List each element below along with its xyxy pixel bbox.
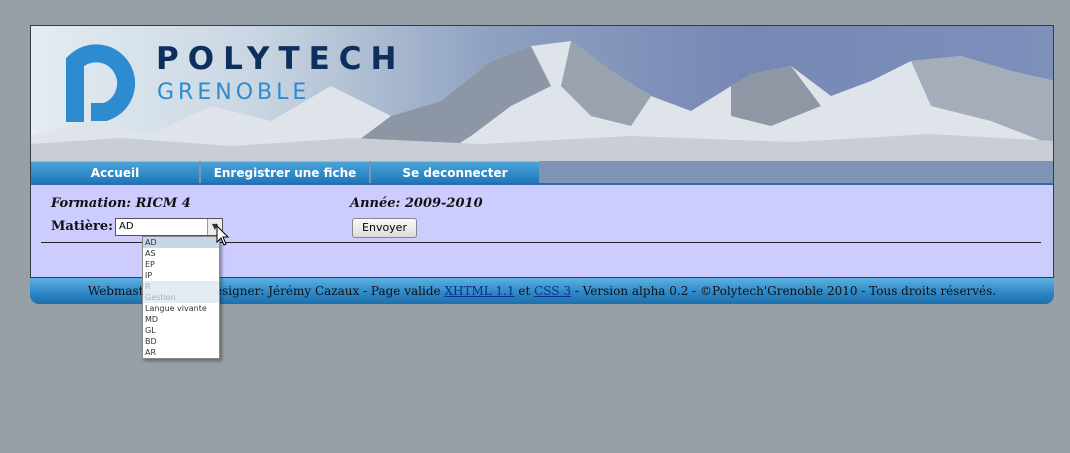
option-langue-vivante[interactable]: Langue vivante — [143, 303, 219, 314]
brand-city: GRENOBLE — [157, 80, 311, 105]
header-banner: POLYTECH GRENOBLE — [30, 25, 1054, 161]
nav-enregistrer-fiche[interactable]: Enregistrer une fiche — [201, 161, 369, 183]
matiere-label: Matière: — [51, 219, 113, 234]
css-link[interactable]: CSS 3 — [534, 284, 571, 298]
option-r[interactable]: R — [143, 281, 219, 292]
option-bd[interactable]: BD — [143, 336, 219, 347]
matiere-select[interactable]: AD ▼ — [115, 218, 223, 236]
footer-text-end: - Version alpha 0.2 - ©Polytech'Grenoble… — [571, 284, 997, 298]
mouse-cursor-icon — [216, 225, 230, 246]
xhtml-link[interactable]: XHTML 1.1 — [444, 284, 514, 298]
formation-label: Formation: RICM 4 — [51, 196, 191, 211]
option-gestion[interactable]: Gestion — [143, 292, 219, 303]
nav-accueil[interactable]: Accueil — [31, 161, 199, 183]
option-gl[interactable]: GL — [143, 325, 219, 336]
option-ip[interactable]: IP — [143, 270, 219, 281]
nav-se-deconnecter[interactable]: Se deconnecter — [371, 161, 539, 183]
nav-bar: Accueil Enregistrer une fiche Se deconne… — [30, 161, 1054, 183]
option-ep[interactable]: EP — [143, 259, 219, 270]
footer-and: et — [514, 284, 535, 298]
option-ar[interactable]: AR — [143, 347, 219, 358]
option-ad[interactable]: AD — [143, 237, 219, 248]
envoyer-button[interactable]: Envoyer — [352, 218, 417, 238]
option-as[interactable]: AS — [143, 248, 219, 259]
matiere-dropdown-list[interactable]: AD AS EP IP R Gestion Langue vivante MD … — [142, 236, 220, 359]
brand-name: POLYTECH — [156, 41, 406, 77]
polytech-logo-icon — [66, 44, 136, 122]
annee-label: Année: 2009-2010 — [350, 196, 483, 211]
matiere-select-value: AD — [119, 221, 134, 232]
option-md[interactable]: MD — [143, 314, 219, 325]
